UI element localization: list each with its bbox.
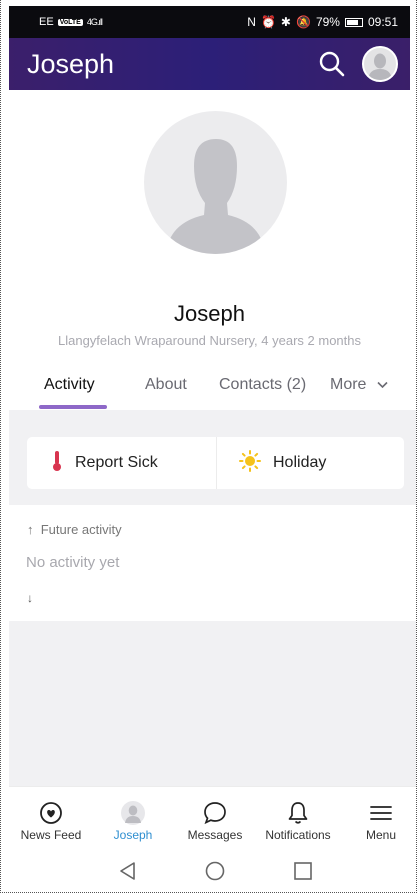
battery-percent: 79% xyxy=(315,15,340,29)
arrow-down-icon[interactable]: ↓ xyxy=(27,591,33,605)
sun-icon xyxy=(239,449,261,477)
nav-notifications[interactable]: Notifications xyxy=(256,787,340,845)
tab-more[interactable]: More xyxy=(330,376,388,394)
status-left: EE VoLTE 4G.ıll xyxy=(39,16,103,28)
profile-name: Joseph xyxy=(174,301,245,326)
volte-badge: VoLTE xyxy=(57,18,83,26)
holiday-button[interactable]: Holiday xyxy=(216,437,404,489)
child-avatar-icon xyxy=(120,800,146,826)
quick-actions-card: Report Sick Holiday xyxy=(27,437,404,489)
report-sick-label: Report Sick xyxy=(75,454,158,471)
future-activity-label: Future activity xyxy=(40,522,122,537)
header-actions xyxy=(318,46,398,82)
activity-timeline: ↑ Future activity No activity yet ↓ xyxy=(9,505,416,621)
holiday-label: Holiday xyxy=(273,454,327,471)
app-header: Joseph xyxy=(9,38,410,90)
nfc-icon: N xyxy=(247,15,256,29)
page-title: Joseph xyxy=(27,48,115,79)
nav-messages[interactable]: Messages xyxy=(173,787,257,845)
bell-icon xyxy=(285,800,311,826)
user-avatar[interactable] xyxy=(362,46,398,82)
nav-joseph[interactable]: Joseph xyxy=(91,787,175,845)
profile-subtitle: Llangyfelach Wraparound Nursery, 4 years… xyxy=(57,333,361,348)
tab-more-label: More xyxy=(330,376,367,394)
network-label: 4G.ıll xyxy=(86,17,103,27)
home-icon[interactable] xyxy=(204,860,226,882)
recent-apps-icon[interactable] xyxy=(292,860,314,882)
status-bar: EE VoLTE 4G.ıll N ⏰ ✱ 🔕 79% 09:51 xyxy=(9,6,410,38)
nav-messages-label: Messages xyxy=(187,828,243,842)
status-right: N ⏰ ✱ 🔕 79% 09:51 xyxy=(247,15,398,29)
profile-avatar[interactable] xyxy=(144,111,287,254)
empty-activity-text: No activity yet xyxy=(26,554,120,571)
report-sick-button[interactable]: Report Sick xyxy=(27,437,216,489)
nav-notifications-label: Notifications xyxy=(265,828,331,842)
alarm-icon: ⏰ xyxy=(260,15,276,29)
battery-icon xyxy=(344,17,363,27)
search-icon[interactable] xyxy=(318,50,346,78)
mute-icon: 🔕 xyxy=(295,15,311,29)
nav-joseph-label: Joseph xyxy=(113,828,153,842)
tab-contacts[interactable]: Contacts (2) xyxy=(219,376,306,394)
nav-news-feed-label: News Feed xyxy=(20,828,82,842)
profile-tabs: Activity About Contacts (2) More xyxy=(1,370,416,410)
nav-news-feed[interactable]: News Feed xyxy=(9,787,93,845)
back-icon[interactable] xyxy=(117,860,139,882)
phone-screen: EE VoLTE 4G.ıll N ⏰ ✱ 🔕 79% 09:51 Joseph xyxy=(0,0,417,893)
active-tab-indicator xyxy=(39,405,107,409)
clock: 09:51 xyxy=(367,15,398,29)
speech-bubble-icon xyxy=(202,800,228,826)
tab-activity[interactable]: Activity xyxy=(44,376,95,394)
chevron-down-icon xyxy=(377,376,388,394)
nav-menu-label: Menu xyxy=(365,828,397,842)
hamburger-icon xyxy=(368,800,394,826)
carrier-label: EE xyxy=(39,16,54,28)
future-activity-link[interactable]: ↑ Future activity xyxy=(27,522,122,537)
tab-about[interactable]: About xyxy=(145,376,187,394)
bluetooth-icon: ✱ xyxy=(280,15,291,29)
thermometer-icon xyxy=(51,450,63,477)
nav-menu[interactable]: Menu xyxy=(339,787,416,845)
news-feed-icon xyxy=(38,800,64,826)
system-navigation xyxy=(9,844,416,892)
arrow-up-icon: ↑ xyxy=(27,522,34,537)
bottom-navigation: News Feed Joseph Messages Notifications … xyxy=(9,786,416,845)
